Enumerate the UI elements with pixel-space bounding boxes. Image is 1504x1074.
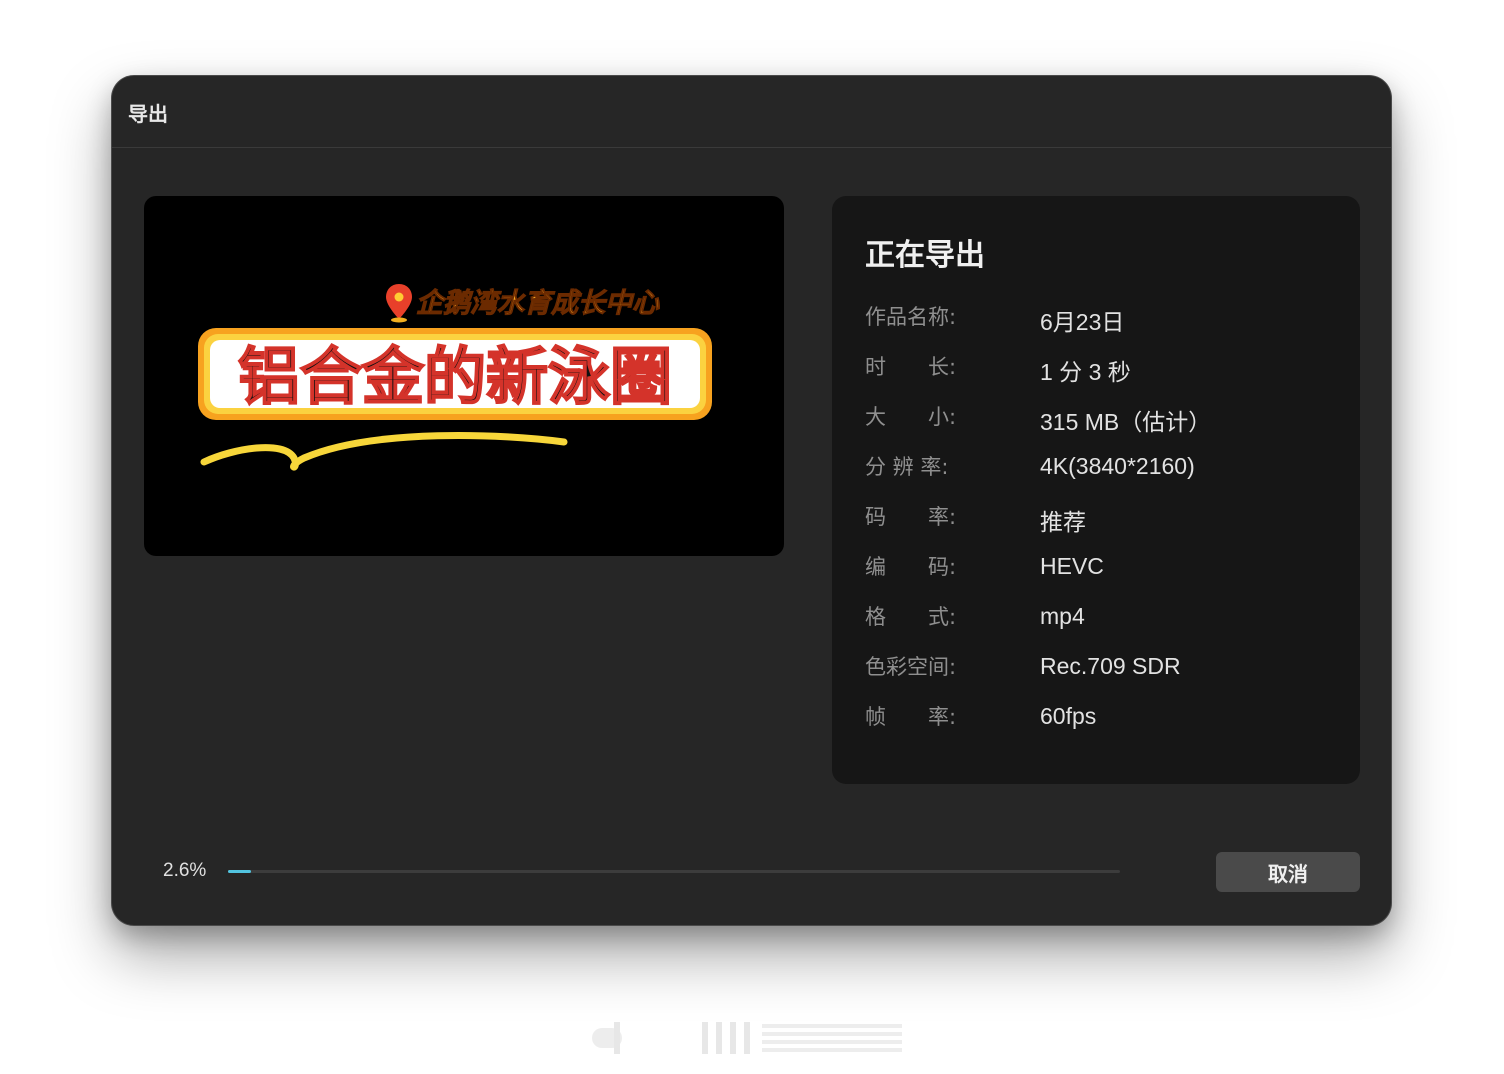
info-value: mp4 — [1040, 603, 1085, 629]
export-dialog: 导出 企鹅湾水育成长中心 铝合金的新泳圈 正在导出 作品名称: 6月23日 时 … — [112, 76, 1391, 925]
export-status-heading: 正在导出 — [865, 238, 985, 273]
info-label: 分 辨 率: — [865, 455, 949, 479]
info-row-codec: 编 码: HEVC — [865, 551, 1345, 581]
yellow-swoosh — [200, 432, 568, 471]
info-label: 作品名称: — [865, 305, 957, 329]
watermark-logo — [592, 1022, 902, 1054]
info-label: 码 率: — [865, 505, 957, 529]
info-label: 大 小: — [865, 405, 957, 429]
progress-percent: 2.6% — [163, 860, 207, 881]
dialog-title: 导出 — [128, 102, 168, 126]
info-row-frame-rate: 帧 率: 60fps — [865, 701, 1345, 731]
location-pin-icon — [386, 284, 412, 323]
info-value: 315 MB（估计） — [1040, 409, 1212, 435]
preview-location-text: 企鹅湾水育成长中心 — [416, 288, 660, 319]
info-value: HEVC — [1040, 553, 1104, 579]
info-label: 时 长: — [865, 355, 957, 379]
info-value: 4K(3840*2160) — [1040, 453, 1195, 479]
info-label: 编 码: — [865, 555, 957, 579]
progress-bar — [228, 870, 1120, 873]
export-info-panel: 正在导出 作品名称: 6月23日 时 长: 1 分 3 秒 大 小: 315 M… — [832, 196, 1360, 784]
info-row-size: 大 小: 315 MB（估计） — [865, 401, 1345, 435]
info-row-name: 作品名称: 6月23日 — [865, 301, 1345, 335]
info-label: 帧 率: — [865, 705, 957, 729]
info-row-duration: 时 长: 1 分 3 秒 — [865, 351, 1345, 385]
info-row-format: 格 式: mp4 — [865, 601, 1345, 631]
preview-headline-text: 铝合金的新泳圈 — [238, 340, 672, 413]
info-row-resolution: 分 辨 率: 4K(3840*2160) — [865, 451, 1345, 481]
info-row-color-space: 色彩空间: Rec.709 SDR — [865, 651, 1345, 681]
video-preview: 企鹅湾水育成长中心 铝合金的新泳圈 — [144, 196, 784, 556]
cancel-button[interactable]: 取消 — [1216, 852, 1360, 892]
info-value: 6月23日 — [1040, 309, 1125, 335]
info-row-bitrate: 码 率: 推荐 — [865, 501, 1345, 535]
preview-thumbnail-art: 企鹅湾水育成长中心 铝合金的新泳圈 — [198, 284, 712, 471]
info-value: 1 分 3 秒 — [1040, 359, 1131, 385]
info-label: 色彩空间: — [865, 655, 957, 679]
info-value: Rec.709 SDR — [1040, 653, 1181, 679]
info-label: 格 式: — [865, 605, 957, 629]
title-bar: 导出 — [112, 76, 1391, 148]
info-value: 60fps — [1040, 703, 1097, 729]
progress-fill — [228, 870, 251, 873]
info-value: 推荐 — [1040, 509, 1086, 535]
